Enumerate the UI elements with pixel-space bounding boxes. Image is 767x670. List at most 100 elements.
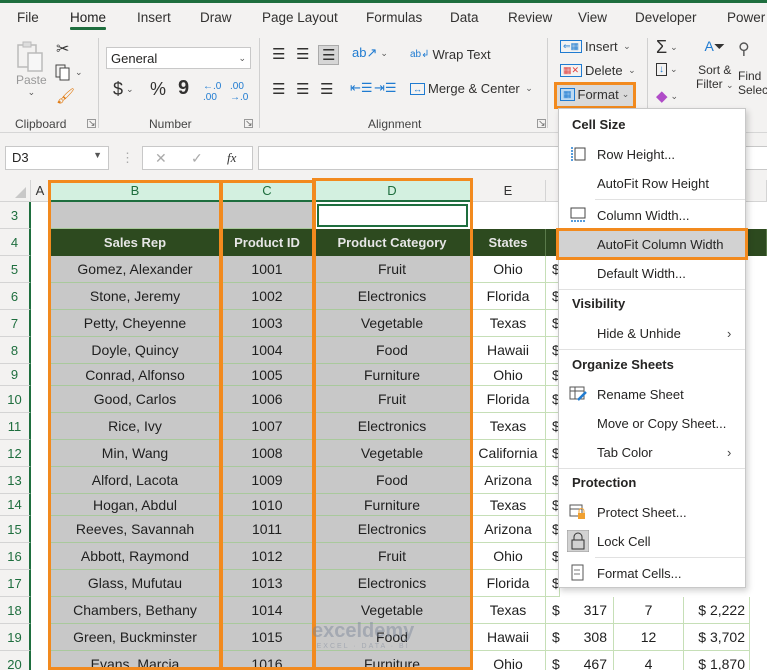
row-header[interactable]: 5 [0, 256, 31, 283]
table-cell[interactable]: Ohio [471, 651, 546, 670]
table-cell[interactable]: Texas [471, 413, 546, 440]
table-cell[interactable]: 1015 [221, 624, 314, 651]
table-cell[interactable]: 1016 [221, 651, 314, 670]
cell[interactable] [31, 651, 50, 670]
table-cell[interactable]: Abbott, Raymond [50, 543, 221, 570]
table-cell[interactable]: Arizona [471, 467, 546, 494]
cell[interactable] [31, 440, 50, 467]
rename-sheet-item[interactable]: Rename Sheet [559, 381, 745, 407]
number-format-dropdown[interactable]: General ⌄ [106, 47, 251, 69]
insert-function-icon[interactable]: fx [227, 150, 236, 166]
column-header-a[interactable]: A [31, 180, 50, 202]
tab-file[interactable]: File [17, 10, 39, 25]
row-header[interactable]: 15 [0, 516, 31, 543]
quantity-cell[interactable]: 7 [614, 597, 684, 624]
table-cell[interactable]: 1012 [221, 543, 314, 570]
select-all-corner[interactable] [0, 180, 31, 202]
table-header-cell[interactable]: Product ID [221, 229, 314, 256]
tab-view[interactable]: View [578, 10, 607, 25]
clear-button[interactable]: ◆ ⌄ [656, 87, 678, 105]
alignment-launcher-icon[interactable]: ↘ [537, 119, 546, 128]
active-cell-d3[interactable] [317, 204, 468, 227]
table-cell[interactable]: 1005 [221, 364, 314, 386]
table-cell[interactable]: Electronics [314, 516, 471, 543]
row-header[interactable]: 16 [0, 543, 31, 570]
autofit-row-height-item[interactable]: AutoFit Row Height [559, 170, 745, 196]
align-left-icon[interactable]: ☰ [272, 80, 285, 98]
middle-align-icon[interactable]: ☰ [296, 45, 309, 63]
table-cell[interactable]: Min, Wang [50, 440, 221, 467]
row-header[interactable]: 8 [0, 337, 31, 364]
table-header-cell[interactable]: States [471, 229, 546, 256]
row-header[interactable]: 11 [0, 413, 31, 440]
total-cell[interactable]: $ 2,222 [684, 597, 750, 624]
column-header-e[interactable]: E [471, 180, 546, 202]
drag-handle-icon[interactable]: ⋮ [121, 150, 134, 166]
quantity-cell[interactable]: 4 [614, 651, 684, 670]
clipboard-launcher-icon[interactable]: ↘ [87, 119, 96, 128]
table-cell[interactable]: Food [314, 337, 471, 364]
quantity-cell[interactable]: 12 [614, 624, 684, 651]
table-cell[interactable]: California [471, 440, 546, 467]
cell[interactable] [31, 494, 50, 516]
increase-indent-icon[interactable]: ⇥☰ [374, 80, 397, 96]
table-cell[interactable]: 1001 [221, 256, 314, 283]
price-currency-cell[interactable]: $ [546, 624, 560, 651]
table-cell[interactable]: Florida [471, 570, 546, 597]
row-header[interactable]: 20 [0, 651, 31, 670]
table-cell[interactable]: Ohio [471, 256, 546, 283]
table-cell[interactable]: Hogan, Abdul [50, 494, 221, 516]
tab-color-item[interactable]: Tab Color › [559, 439, 745, 465]
tab-draw[interactable]: Draw [200, 10, 232, 25]
cell[interactable] [31, 229, 50, 256]
find-select-button[interactable]: ⚲ Find Select [738, 39, 767, 97]
wrap-text-button[interactable]: ab↲ Wrap Text [410, 47, 491, 62]
cell[interactable] [31, 597, 50, 624]
default-width-item[interactable]: Default Width... [559, 260, 745, 286]
protect-sheet-item[interactable]: Protect Sheet... [559, 499, 745, 525]
table-cell[interactable]: Petty, Cheyenne [50, 310, 221, 337]
cell[interactable] [31, 310, 50, 337]
table-cell[interactable]: 1007 [221, 413, 314, 440]
cancel-icon[interactable]: ✕ [155, 150, 167, 167]
insert-cells-button[interactable]: ⇐▦ Insert ⌄ [560, 39, 631, 54]
row-header[interactable]: 6 [0, 283, 31, 310]
increase-decimal-icon[interactable]: ←.0.00 [203, 81, 221, 103]
paste-button[interactable]: Paste ⌄ [16, 41, 47, 98]
merge-center-button[interactable]: ↔ Merge & Center ⌄ [410, 81, 533, 96]
table-cell[interactable]: Ohio [471, 543, 546, 570]
top-align-icon[interactable]: ☰ [272, 45, 285, 63]
table-cell[interactable]: Florida [471, 283, 546, 310]
total-cell[interactable]: $ 3,702 [684, 624, 750, 651]
table-cell[interactable]: Good, Carlos [50, 386, 221, 413]
column-width-item[interactable]: Column Width... [559, 202, 745, 228]
row-header[interactable]: 12 [0, 440, 31, 467]
cell[interactable] [31, 256, 50, 283]
table-cell[interactable]: Furniture [314, 494, 471, 516]
table-cell[interactable]: Evans, Marcia [50, 651, 221, 670]
cut-icon[interactable]: ✂ [56, 39, 69, 59]
row-height-item[interactable]: Row Height... [559, 141, 745, 167]
table-cell[interactable]: Conrad, Alfonso [50, 364, 221, 386]
table-cell[interactable]: Florida [471, 386, 546, 413]
cell[interactable] [31, 283, 50, 310]
table-cell[interactable]: 1003 [221, 310, 314, 337]
cell[interactable] [50, 202, 221, 229]
table-cell[interactable]: Texas [471, 494, 546, 516]
table-cell[interactable]: Ohio [471, 364, 546, 386]
align-center-icon[interactable]: ☰ [296, 80, 309, 98]
table-cell[interactable]: Hawaii [471, 624, 546, 651]
bottom-align-icon[interactable]: ☰ [318, 45, 340, 65]
table-header-cell[interactable]: Product Category [314, 229, 471, 256]
cell[interactable] [31, 543, 50, 570]
autosum-button[interactable]: Σ ⌄ [656, 37, 678, 58]
decrease-indent-icon[interactable]: ⇤☰ [350, 80, 373, 96]
table-cell[interactable]: Furniture [314, 651, 471, 670]
price-currency-cell[interactable]: $ [546, 651, 560, 670]
table-cell[interactable]: 1013 [221, 570, 314, 597]
table-cell[interactable]: Electronics [314, 570, 471, 597]
table-cell[interactable]: 1004 [221, 337, 314, 364]
row-header[interactable]: 3 [0, 202, 31, 229]
align-right-icon[interactable]: ☰ [320, 80, 333, 98]
column-header-b[interactable]: B [50, 180, 221, 202]
